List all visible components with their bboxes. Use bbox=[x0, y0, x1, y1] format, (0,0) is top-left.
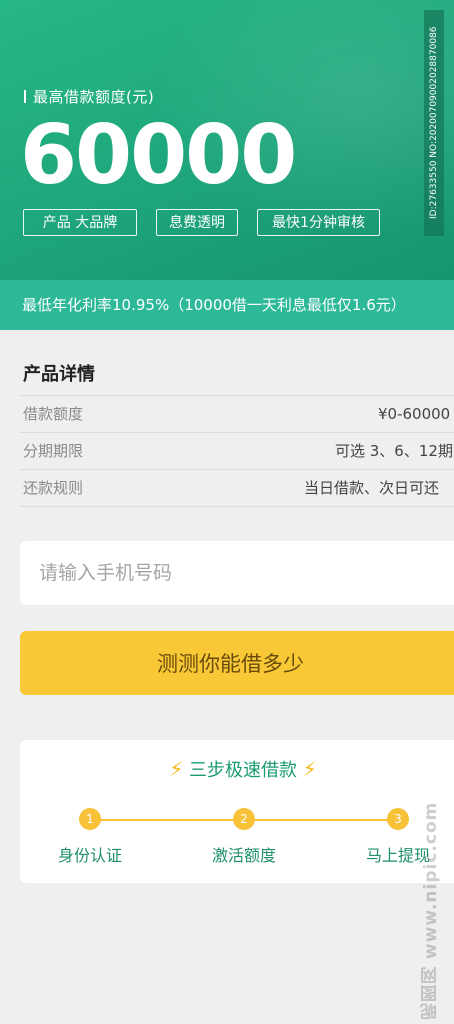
interest-rate-strip: 最低年化利率10.95%（10000借一天利息最低仅1.6元） bbox=[0, 280, 454, 330]
step-number-badge: 3 bbox=[387, 808, 409, 830]
step-number-badge: 2 bbox=[233, 808, 255, 830]
step-label-identity: 身份认证 bbox=[57, 846, 122, 865]
detail-value: 当日借款、次日可还 bbox=[304, 479, 440, 497]
tag-fast-review: 最快1分钟审核 bbox=[257, 209, 380, 236]
max-amount-caption-text: 最高借款额度(元) bbox=[33, 88, 155, 106]
detail-label: 分期期限 bbox=[23, 442, 84, 460]
detail-label: 借款额度 bbox=[23, 405, 84, 423]
detail-label: 还款规则 bbox=[23, 479, 84, 497]
phone-number-input[interactable] bbox=[20, 541, 454, 605]
caption-bar-icon bbox=[24, 90, 26, 103]
detail-row-loan-amount: 借款额度 ¥0-60000 bbox=[20, 395, 454, 432]
site-watermark: 昵图网 www.nipic.com bbox=[421, 801, 441, 1020]
tag-big-brand: 产品 大品牌 bbox=[23, 209, 137, 236]
detail-row-repayment-rule: 还款规则 当日借款、次日可还 bbox=[20, 469, 454, 506]
tag-transparent-fees: 息费透明 bbox=[156, 209, 238, 236]
max-amount-value: 60000 bbox=[20, 108, 297, 203]
lightning-icon: ⚡ bbox=[302, 757, 317, 781]
max-amount-caption: 最高借款额度(元) bbox=[24, 86, 154, 107]
details-divider bbox=[20, 506, 454, 507]
check-loan-amount-button[interactable]: 测测你能借多少 bbox=[20, 631, 454, 695]
steps-title-text: 三步极速借款 bbox=[189, 760, 297, 781]
loan-landing-page: 最高借款额度(元) 60000 产品 大品牌 息费透明 最快1分钟审核 ID:2… bbox=[0, 0, 454, 1024]
step-number-badge: 1 bbox=[79, 808, 101, 830]
steps-title: ⚡ 三步极速借款 ⚡ bbox=[20, 756, 454, 782]
lightning-icon: ⚡ bbox=[169, 757, 184, 781]
product-details-title: 产品详情 bbox=[23, 364, 95, 385]
detail-value: ¥0-60000 bbox=[378, 405, 451, 423]
detail-row-installment-term: 分期期限 可选 3、6、12期 bbox=[20, 432, 454, 469]
step-label-activate: 激活额度 bbox=[211, 846, 276, 865]
hero-banner: 最高借款额度(元) 60000 产品 大品牌 息费透明 最快1分钟审核 ID:2… bbox=[0, 0, 454, 280]
image-id-watermark: ID:27633550 NO:20200709002028870086 bbox=[424, 10, 444, 236]
detail-value: 可选 3、6、12期 bbox=[335, 442, 453, 460]
